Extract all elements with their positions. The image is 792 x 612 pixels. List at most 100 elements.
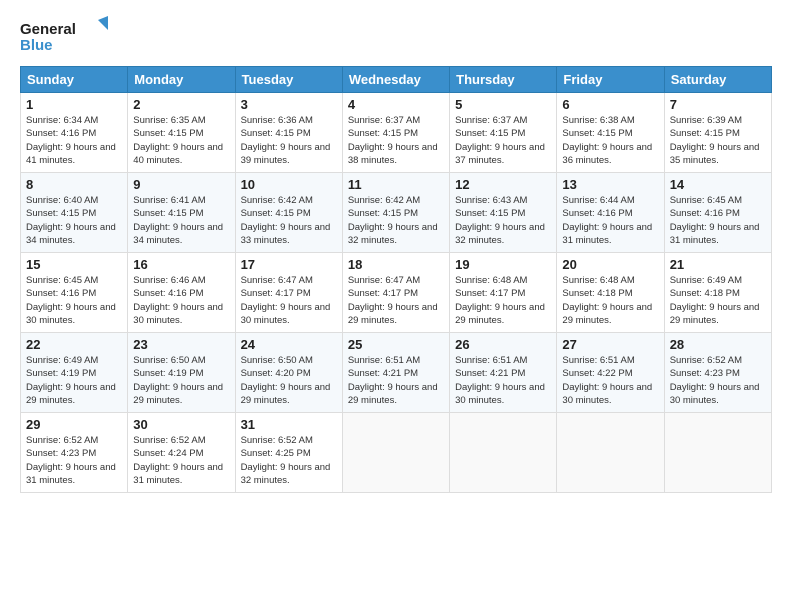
calendar-cell: 29 Sunrise: 6:52 AMSunset: 4:23 PMDayligh… [21,413,128,493]
svg-text:Blue: Blue [20,37,53,54]
day-info: Sunrise: 6:52 AMSunset: 4:24 PMDaylight:… [133,434,229,487]
day-number: 22 [26,337,122,352]
calendar-cell: 14 Sunrise: 6:45 AMSunset: 4:16 PMDayligh… [664,173,771,253]
day-number: 13 [562,177,658,192]
col-header-thursday: Thursday [450,67,557,93]
logo: General Blue [20,16,110,56]
day-number: 12 [455,177,551,192]
calendar-cell: 9 Sunrise: 6:41 AMSunset: 4:15 PMDaylight… [128,173,235,253]
day-number: 29 [26,417,122,432]
calendar-cell: 2 Sunrise: 6:35 AMSunset: 4:15 PMDaylight… [128,93,235,173]
calendar-cell: 25 Sunrise: 6:51 AMSunset: 4:21 PMDayligh… [342,333,449,413]
day-number: 14 [670,177,766,192]
day-info: Sunrise: 6:51 AMSunset: 4:21 PMDaylight:… [455,354,551,407]
calendar-cell: 6 Sunrise: 6:38 AMSunset: 4:15 PMDaylight… [557,93,664,173]
day-info: Sunrise: 6:45 AMSunset: 4:16 PMDaylight:… [670,194,766,247]
calendar-week-4: 22 Sunrise: 6:49 AMSunset: 4:19 PMDayligh… [21,333,772,413]
day-info: Sunrise: 6:48 AMSunset: 4:18 PMDaylight:… [562,274,658,327]
calendar-cell: 22 Sunrise: 6:49 AMSunset: 4:19 PMDayligh… [21,333,128,413]
day-number: 27 [562,337,658,352]
day-info: Sunrise: 6:47 AMSunset: 4:17 PMDaylight:… [348,274,444,327]
day-number: 5 [455,97,551,112]
day-number: 18 [348,257,444,272]
calendar-week-5: 29 Sunrise: 6:52 AMSunset: 4:23 PMDayligh… [21,413,772,493]
day-info: Sunrise: 6:40 AMSunset: 4:15 PMDaylight:… [26,194,122,247]
day-number: 26 [455,337,551,352]
calendar-cell: 28Sunrise: 6:52 AMSunset: 4:23 PMDayligh… [664,333,771,413]
day-number: 16 [133,257,229,272]
day-number: 21 [670,257,766,272]
col-header-friday: Friday [557,67,664,93]
calendar-week-2: 8 Sunrise: 6:40 AMSunset: 4:15 PMDaylight… [21,173,772,253]
calendar-cell: 4 Sunrise: 6:37 AMSunset: 4:15 PMDaylight… [342,93,449,173]
calendar-cell [664,413,771,493]
day-number: 8 [26,177,122,192]
calendar-cell: 11 Sunrise: 6:42 AMSunset: 4:15 PMDayligh… [342,173,449,253]
calendar-cell: 16 Sunrise: 6:46 AMSunset: 4:16 PMDayligh… [128,253,235,333]
col-header-sunday: Sunday [21,67,128,93]
day-info: Sunrise: 6:46 AMSunset: 4:16 PMDaylight:… [133,274,229,327]
calendar-cell: 5Sunrise: 6:37 AMSunset: 4:15 PMDaylight… [450,93,557,173]
day-info: Sunrise: 6:42 AMSunset: 4:15 PMDaylight:… [348,194,444,247]
col-header-saturday: Saturday [664,67,771,93]
day-info: Sunrise: 6:52 AMSunset: 4:23 PMDaylight:… [670,354,766,407]
calendar-cell: 27Sunrise: 6:51 AMSunset: 4:22 PMDayligh… [557,333,664,413]
day-info: Sunrise: 6:34 AMSunset: 4:16 PMDaylight:… [26,114,122,167]
day-number: 20 [562,257,658,272]
calendar-cell: 13 Sunrise: 6:44 AMSunset: 4:16 PMDayligh… [557,173,664,253]
day-info: Sunrise: 6:44 AMSunset: 4:16 PMDaylight:… [562,194,658,247]
calendar-cell: 18 Sunrise: 6:47 AMSunset: 4:17 PMDayligh… [342,253,449,333]
calendar-cell: 1 Sunrise: 6:34 AMSunset: 4:16 PMDaylight… [21,93,128,173]
day-info: Sunrise: 6:38 AMSunset: 4:15 PMDaylight:… [562,114,658,167]
calendar-cell: 17 Sunrise: 6:47 AMSunset: 4:17 PMDayligh… [235,253,342,333]
day-info: Sunrise: 6:37 AMSunset: 4:15 PMDaylight:… [348,114,444,167]
calendar-cell: 3 Sunrise: 6:36 AMSunset: 4:15 PMDaylight… [235,93,342,173]
calendar-cell: 12Sunrise: 6:43 AMSunset: 4:15 PMDayligh… [450,173,557,253]
day-info: Sunrise: 6:52 AMSunset: 4:23 PMDaylight:… [26,434,122,487]
calendar-cell: 20 Sunrise: 6:48 AMSunset: 4:18 PMDayligh… [557,253,664,333]
calendar-cell: 8 Sunrise: 6:40 AMSunset: 4:15 PMDaylight… [21,173,128,253]
calendar-cell: 21Sunrise: 6:49 AMSunset: 4:18 PMDayligh… [664,253,771,333]
day-info: Sunrise: 6:39 AMSunset: 4:15 PMDaylight:… [670,114,766,167]
day-info: Sunrise: 6:48 AMSunset: 4:17 PMDaylight:… [455,274,551,327]
calendar-week-1: 1 Sunrise: 6:34 AMSunset: 4:16 PMDaylight… [21,93,772,173]
col-header-monday: Monday [128,67,235,93]
day-info: Sunrise: 6:42 AMSunset: 4:15 PMDaylight:… [241,194,337,247]
day-number: 31 [241,417,337,432]
day-info: Sunrise: 6:35 AMSunset: 4:15 PMDaylight:… [133,114,229,167]
calendar-cell: 10 Sunrise: 6:42 AMSunset: 4:15 PMDayligh… [235,173,342,253]
day-number: 24 [241,337,337,352]
day-number: 9 [133,177,229,192]
day-number: 11 [348,177,444,192]
day-info: Sunrise: 6:45 AMSunset: 4:16 PMDaylight:… [26,274,122,327]
day-info: Sunrise: 6:50 AMSunset: 4:19 PMDaylight:… [133,354,229,407]
calendar-cell [557,413,664,493]
day-info: Sunrise: 6:41 AMSunset: 4:15 PMDaylight:… [133,194,229,247]
calendar-cell: 15 Sunrise: 6:45 AMSunset: 4:16 PMDayligh… [21,253,128,333]
day-number: 6 [562,97,658,112]
day-info: Sunrise: 6:36 AMSunset: 4:15 PMDaylight:… [241,114,337,167]
day-number: 23 [133,337,229,352]
day-number: 3 [241,97,337,112]
calendar-header-row: SundayMondayTuesdayWednesdayThursdayFrid… [21,67,772,93]
day-number: 17 [241,257,337,272]
day-number: 1 [26,97,122,112]
day-number: 4 [348,97,444,112]
day-number: 10 [241,177,337,192]
day-number: 15 [26,257,122,272]
day-number: 19 [455,257,551,272]
day-number: 25 [348,337,444,352]
calendar-cell: 30Sunrise: 6:52 AMSunset: 4:24 PMDayligh… [128,413,235,493]
calendar-cell: 19 Sunrise: 6:48 AMSunset: 4:17 PMDayligh… [450,253,557,333]
calendar-cell: 7Sunrise: 6:39 AMSunset: 4:15 PMDaylight… [664,93,771,173]
day-number: 2 [133,97,229,112]
day-info: Sunrise: 6:47 AMSunset: 4:17 PMDaylight:… [241,274,337,327]
day-info: Sunrise: 6:51 AMSunset: 4:21 PMDaylight:… [348,354,444,407]
day-info: Sunrise: 6:52 AMSunset: 4:25 PMDaylight:… [241,434,337,487]
svg-text:General: General [20,21,76,38]
day-info: Sunrise: 6:49 AMSunset: 4:19 PMDaylight:… [26,354,122,407]
calendar-cell: 26 Sunrise: 6:51 AMSunset: 4:21 PMDayligh… [450,333,557,413]
calendar-cell [342,413,449,493]
col-header-tuesday: Tuesday [235,67,342,93]
col-header-wednesday: Wednesday [342,67,449,93]
